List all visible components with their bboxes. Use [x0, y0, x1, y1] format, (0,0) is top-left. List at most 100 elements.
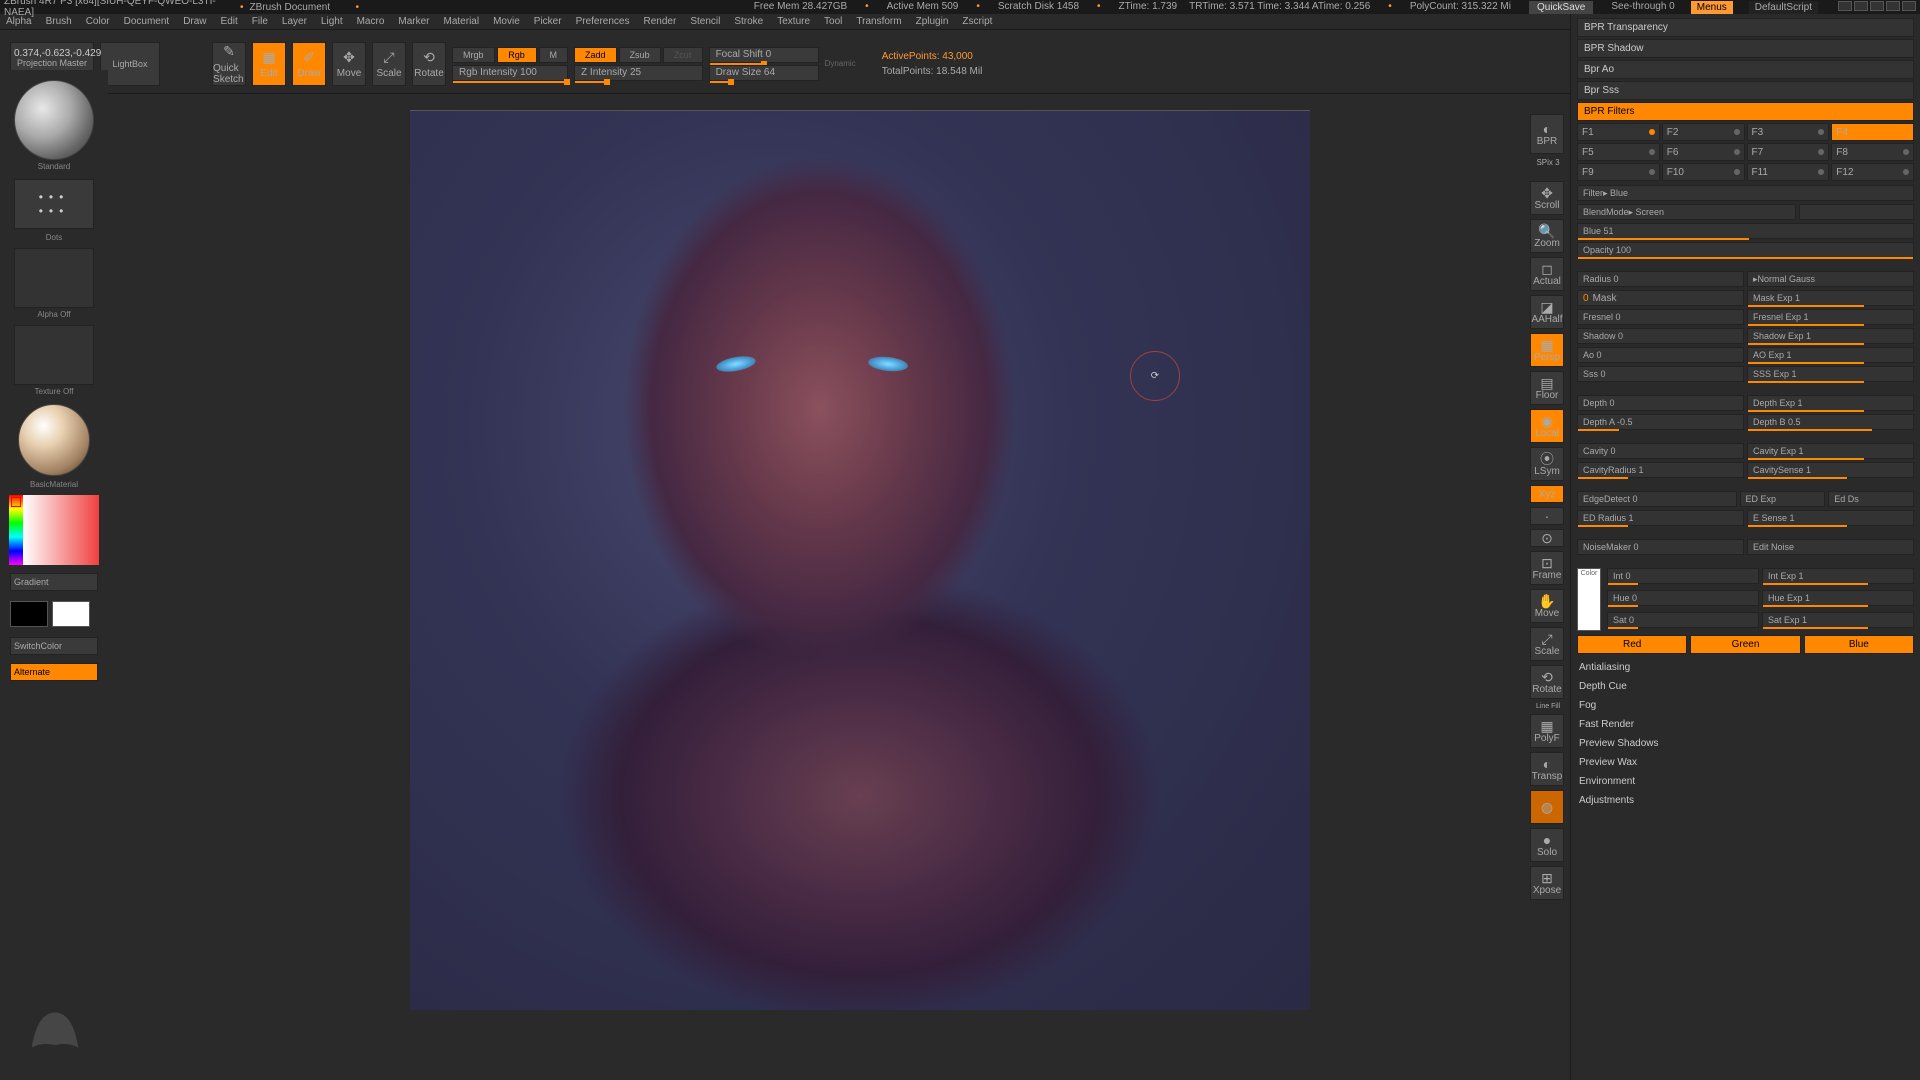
color-picker[interactable] [9, 495, 99, 565]
aahalf-button[interactable]: ◪AAHalf [1530, 295, 1564, 329]
viewport-canvas[interactable] [410, 110, 1310, 1010]
rgb-button[interactable]: Rgb [497, 47, 537, 63]
depth-slider[interactable]: Depth 0 [1577, 395, 1744, 411]
nav-scale-button[interactable]: ⤢Scale [1530, 627, 1564, 661]
brush-thumbnail[interactable]: Standard [4, 74, 104, 171]
opacity-slider[interactable]: Opacity 100 [1577, 242, 1914, 258]
mask-slider[interactable]: 0Mask [1577, 290, 1744, 306]
zoom-button[interactable]: 🔍Zoom [1530, 219, 1564, 253]
rotate-mode-button[interactable]: ⟲Rotate [412, 42, 446, 86]
polyf-button[interactable]: ▦PolyF [1530, 714, 1564, 748]
cavity-slider[interactable]: Cavity 0 [1577, 443, 1744, 459]
scale-mode-button[interactable]: ⤢Scale [372, 42, 406, 86]
menu-transform[interactable]: Transform [856, 16, 901, 27]
previewshadows-header[interactable]: Preview Shadows [1577, 734, 1914, 753]
environment-header[interactable]: Environment [1577, 772, 1914, 791]
menu-movie[interactable]: Movie [493, 16, 520, 27]
menu-edit[interactable]: Edit [221, 16, 238, 27]
lsym-button[interactable]: ⦿LSym [1530, 447, 1564, 481]
menu-render[interactable]: Render [644, 16, 677, 27]
quick-sketch-button[interactable]: ✎Quick Sketch [212, 42, 246, 86]
frame-button[interactable]: ⊡Frame [1530, 551, 1564, 585]
ghost-button[interactable]: ◍ [1530, 790, 1564, 824]
floor-button[interactable]: ▤Floor [1530, 371, 1564, 405]
menus-button[interactable]: Menus [1691, 1, 1733, 14]
menu-preferences[interactable]: Preferences [576, 16, 630, 27]
filter-f1-button[interactable]: F1 [1577, 123, 1660, 141]
menu-alpha[interactable]: Alpha [6, 16, 32, 27]
edgedetect-slider[interactable]: EdgeDetect 0 [1577, 491, 1737, 507]
menu-light[interactable]: Light [321, 16, 343, 27]
switchcolor-button[interactable]: SwitchColor [10, 637, 98, 655]
noisemaker-slider[interactable]: NoiseMaker 0 [1577, 539, 1744, 555]
fresnel-slider[interactable]: Fresnel 0 [1577, 309, 1744, 325]
solo-button[interactable]: ●Solo [1530, 828, 1564, 862]
ed-ds-button[interactable]: Ed Ds [1828, 491, 1914, 507]
actual-button[interactable]: ◻Actual [1530, 257, 1564, 291]
int-exp-slider[interactable]: Int Exp 1 [1762, 568, 1914, 584]
m-button[interactable]: M [539, 47, 569, 63]
filter-f6-button[interactable]: F6 [1662, 143, 1745, 161]
depth-exp-slider[interactable]: Depth Exp 1 [1747, 395, 1914, 411]
rgb-intensity-slider[interactable]: Rgb Intensity 100 [452, 65, 568, 81]
alpha-thumbnail[interactable]: Alpha Off [4, 246, 104, 319]
adjustments-header[interactable]: Adjustments [1577, 791, 1914, 810]
zadd-button[interactable]: Zadd [574, 47, 617, 63]
texture-thumbnail[interactable]: Texture Off [4, 323, 104, 396]
sat-exp-slider[interactable]: Sat Exp 1 [1762, 612, 1914, 628]
menu-stencil[interactable]: Stencil [690, 16, 720, 27]
ao-slider[interactable]: Ao 0 [1577, 347, 1744, 363]
filter-f4-button[interactable]: F4 [1831, 123, 1914, 141]
radius-slider[interactable]: Radius 0 [1577, 271, 1744, 287]
alternate-button[interactable]: Alternate [10, 663, 98, 681]
transp-button[interactable]: ◐Transp [1530, 752, 1564, 786]
depthcue-header[interactable]: Depth Cue [1577, 677, 1914, 696]
menu-zscript[interactable]: Zscript [962, 16, 992, 27]
int-slider[interactable]: Int 0 [1607, 568, 1759, 584]
material-thumbnail[interactable]: BasicMaterial [4, 400, 104, 489]
filter-color-swatch[interactable]: Color [1577, 568, 1601, 631]
filter-f12-button[interactable]: F12 [1831, 163, 1914, 181]
menu-stroke[interactable]: Stroke [734, 16, 763, 27]
filter-f5-button[interactable]: F5 [1577, 143, 1660, 161]
sss-slider[interactable]: Sss 0 [1577, 366, 1744, 382]
gradient-button[interactable]: Gradient [10, 573, 98, 591]
antialiasing-header[interactable]: Antialiasing [1577, 658, 1914, 677]
filter-f3-button[interactable]: F3 [1747, 123, 1830, 141]
previewwax-header[interactable]: Preview Wax [1577, 753, 1914, 772]
filter-f10-button[interactable]: F10 [1662, 163, 1745, 181]
cavity-sense-slider[interactable]: CavitySense 1 [1747, 462, 1914, 478]
pick-button[interactable]: ⊙ [1530, 529, 1564, 547]
blue-slider[interactable]: Blue 51 [1577, 223, 1914, 239]
stroke-thumbnail[interactable]: Dots [4, 175, 104, 242]
persp-button[interactable]: ▦Persp [1530, 333, 1564, 367]
move-mode-button[interactable]: ✥Move [332, 42, 366, 86]
mrgb-button[interactable]: Mrgb [452, 47, 495, 63]
quicksave-button[interactable]: QuickSave [1529, 1, 1593, 14]
depth-b-slider[interactable]: Depth B 0.5 [1747, 414, 1914, 430]
window-help-icon[interactable] [1886, 1, 1900, 11]
menu-layer[interactable]: Layer [282, 16, 307, 27]
menu-document[interactable]: Document [124, 16, 170, 27]
lightbox-button[interactable]: LightBox [100, 42, 160, 86]
draw-mode-button[interactable]: ✐Draw [292, 42, 326, 86]
edit-noise-button[interactable]: Edit Noise [1747, 539, 1914, 555]
menu-brush[interactable]: Brush [46, 16, 72, 27]
edit-mode-button[interactable]: ▦Edit [252, 42, 286, 86]
menu-draw[interactable]: Draw [183, 16, 206, 27]
script-button[interactable]: DefaultScript [1749, 1, 1818, 14]
ed-radius-slider[interactable]: ED Radius 1 [1577, 510, 1744, 526]
center-button[interactable]: · [1530, 507, 1564, 525]
hue-slider[interactable]: Hue 0 [1607, 590, 1759, 606]
sat-slider[interactable]: Sat 0 [1607, 612, 1759, 628]
normal-gauss-toggle[interactable]: ▸Normal Gauss [1747, 271, 1914, 287]
bpr-filters-header[interactable]: BPR Filters [1577, 102, 1914, 121]
nav-rotate-button[interactable]: ⟲Rotate [1530, 665, 1564, 699]
local-button[interactable]: ◉Local [1530, 409, 1564, 443]
depth-a-slider[interactable]: Depth A -0.5 [1577, 414, 1744, 430]
red-channel-button[interactable]: Red [1577, 635, 1687, 654]
menu-file[interactable]: File [252, 16, 268, 27]
bpr-sss-header[interactable]: Bpr Sss [1577, 81, 1914, 100]
focal-shift-slider[interactable]: Focal Shift 0 [709, 47, 819, 63]
filter-f8-button[interactable]: F8 [1831, 143, 1914, 161]
